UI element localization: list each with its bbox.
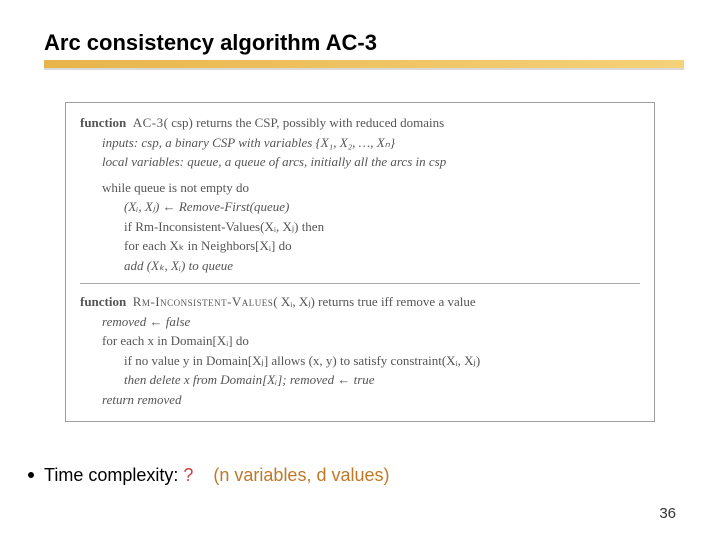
algo-f1-while: while queue is not empty do [80, 178, 640, 198]
complexity-prefix: Time complexity: [44, 465, 183, 485]
algo-f2-ret: return removed [80, 390, 640, 410]
algo-f2-forx: for each x in Domain[Xᵢ] do [80, 331, 640, 351]
algo-f1-if: if Rm-Inconsistent-Values(Xᵢ, Xⱼ) then [80, 217, 640, 237]
algo-f1-pop: (Xᵢ, Xⱼ) ← Remove-First(queue) [80, 197, 640, 217]
algo-f2-rest: ( Xᵢ, Xⱼ) returns true iff remove a valu… [273, 294, 475, 309]
algo-f2-del: then delete x from Domain[Xᵢ]; removed ←… [80, 370, 640, 390]
slide: Arc consistency algorithm AC-3 function … [0, 0, 720, 540]
complexity-question: ? [183, 465, 193, 485]
algo-divider [80, 283, 640, 284]
page-number: 36 [659, 505, 676, 522]
algo-f1-for: for each Xₖ in Neighbors[Xᵢ] do [80, 236, 640, 256]
algo-f2-ify: if no value y in Domain[Xⱼ] allows (x, y… [80, 351, 640, 371]
algo-f1-add: add (Xₖ, Xᵢ) to queue [80, 256, 640, 276]
algo-f1-localvars: local variables: queue, a queue of arcs,… [80, 152, 640, 172]
algo-f2-header: function Rm-Inconsistent-Values( Xᵢ, Xⱼ)… [80, 292, 640, 312]
complexity-note: (n variables, d values) [213, 465, 389, 485]
fn-name-rmincon: Rm-Inconsistent-Values [133, 294, 274, 309]
slide-title: Arc consistency algorithm AC-3 [44, 30, 680, 56]
bullet-icon [28, 472, 34, 478]
algo-f1-rest: ( csp) returns the CSP, possibly with re… [164, 115, 445, 130]
fn-name-ac3: AC-3 [133, 115, 164, 130]
algorithm-box: function AC-3( csp) returns the CSP, pos… [65, 102, 655, 422]
complexity-bullet: Time complexity: ? (n variables, d value… [44, 465, 390, 486]
algo-f2-init: removed ← false [80, 312, 640, 332]
algo-f1-inputs: inputs: csp, a binary CSP with variables… [80, 133, 640, 153]
kw-function: function [80, 115, 126, 130]
kw-function-2: function [80, 294, 126, 309]
algo-f1-header: function AC-3( csp) returns the CSP, pos… [80, 113, 640, 133]
title-underline [44, 60, 684, 68]
